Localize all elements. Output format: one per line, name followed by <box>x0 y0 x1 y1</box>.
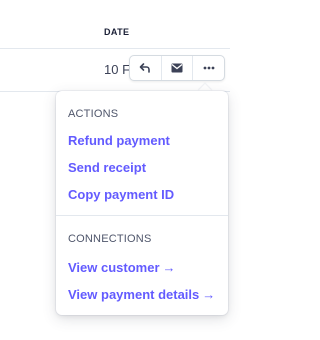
menu-item-view-customer[interactable]: View customer → <box>68 260 176 275</box>
send-receipt-action-button[interactable] <box>162 56 194 80</box>
envelope-icon <box>171 63 183 73</box>
table-header: DATE <box>0 0 230 49</box>
ellipsis-icon <box>203 66 215 70</box>
column-header-date: DATE <box>104 27 130 37</box>
view-customer-label: View customer <box>68 260 160 275</box>
view-payment-details-label: View payment details <box>68 287 200 302</box>
menu-item-send-receipt[interactable]: Send receipt <box>68 160 146 175</box>
menu-divider <box>56 215 228 216</box>
actions-dropdown-menu: ACTIONS Refund payment Send receipt Copy… <box>56 91 228 315</box>
menu-item-view-payment-details[interactable]: View payment details → <box>68 287 215 302</box>
undo-arrow-icon <box>139 62 151 74</box>
section-title-actions: ACTIONS <box>68 108 119 120</box>
menu-item-refund-payment[interactable]: Refund payment <box>68 133 170 148</box>
arrow-right-icon: → <box>202 287 216 302</box>
menu-item-copy-payment-id[interactable]: Copy payment ID <box>68 187 174 202</box>
arrow-right-icon: → <box>162 260 176 275</box>
more-actions-button[interactable] <box>193 56 224 80</box>
section-title-connections: CONNECTIONS <box>68 233 152 245</box>
refund-action-button[interactable] <box>130 56 162 80</box>
row-action-bar <box>129 55 225 81</box>
